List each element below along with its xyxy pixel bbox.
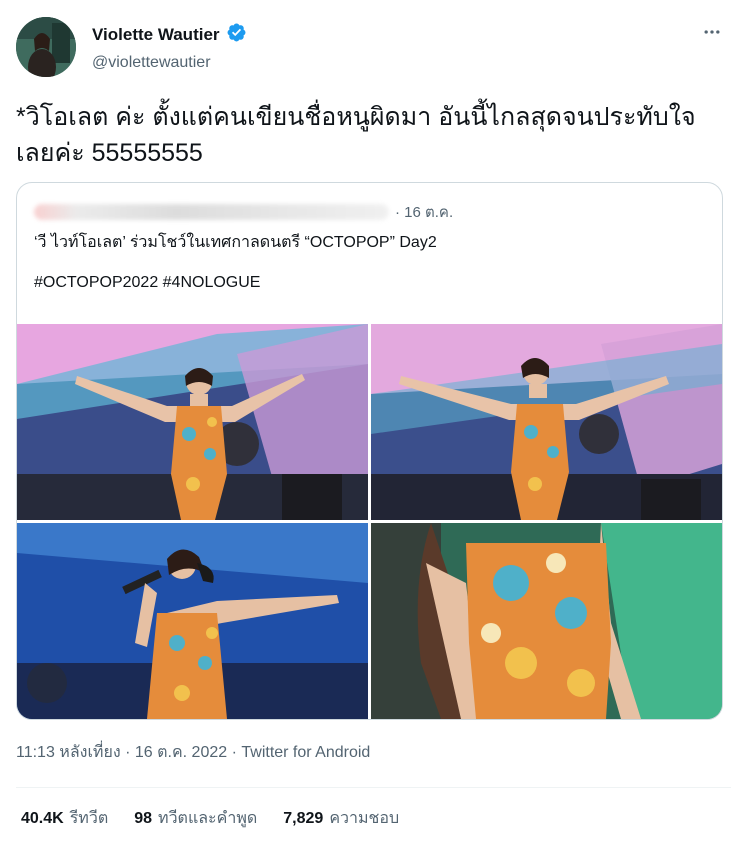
divider [16,787,731,788]
author-handle[interactable]: @violettewautier [92,53,247,73]
tweet-detail: Violette Wautier @violettewautier *วิโอเ… [0,0,747,843]
photo-grid [17,324,722,719]
author-block[interactable]: Violette Wautier @violettewautier [92,22,247,73]
verified-badge-icon [226,22,247,48]
photo-2[interactable] [371,324,722,520]
tweet-text: *วิโอเลต ค่ะ ตั้งแต่คนเขียนชื่อหนูผิดมา … [16,103,696,167]
more-horizontal-icon [702,22,722,47]
tweet-stats: 40.4K รีทวีต 98 ทวีตและคำพูด 7,829 ความชอบ [21,808,399,830]
author-name[interactable]: Violette Wautier [92,24,220,46]
retweets-stat[interactable]: 40.4K รีทวีต [21,808,108,830]
photo-1[interactable] [17,324,368,520]
quoted-tweet[interactable]: · 16 ต.ค. ‘วี ไวท์โอเลต’ ร่วมโชว์ในเทศกา… [16,182,723,720]
more-options-button[interactable] [696,18,728,50]
likes-stat[interactable]: 7,829 ความชอบ [283,808,399,830]
quoted-author-blurred [34,204,389,220]
quote-tweets-stat[interactable]: 98 ทวีตและคำพูด [134,808,257,830]
quoted-date[interactable]: · 16 ต.ค. [395,200,453,224]
tweet-meta[interactable]: 11:13 หลังเที่ยง · 16 ต.ค. 2022 · Twitte… [16,742,370,764]
avatar[interactable] [16,17,76,77]
photo-3[interactable] [17,523,368,719]
photo-4[interactable] [371,523,722,719]
quoted-text: ‘วี ไวท์โอเลต’ ร่วมโชว์ในเทศกาลดนตรี “OC… [34,234,437,291]
